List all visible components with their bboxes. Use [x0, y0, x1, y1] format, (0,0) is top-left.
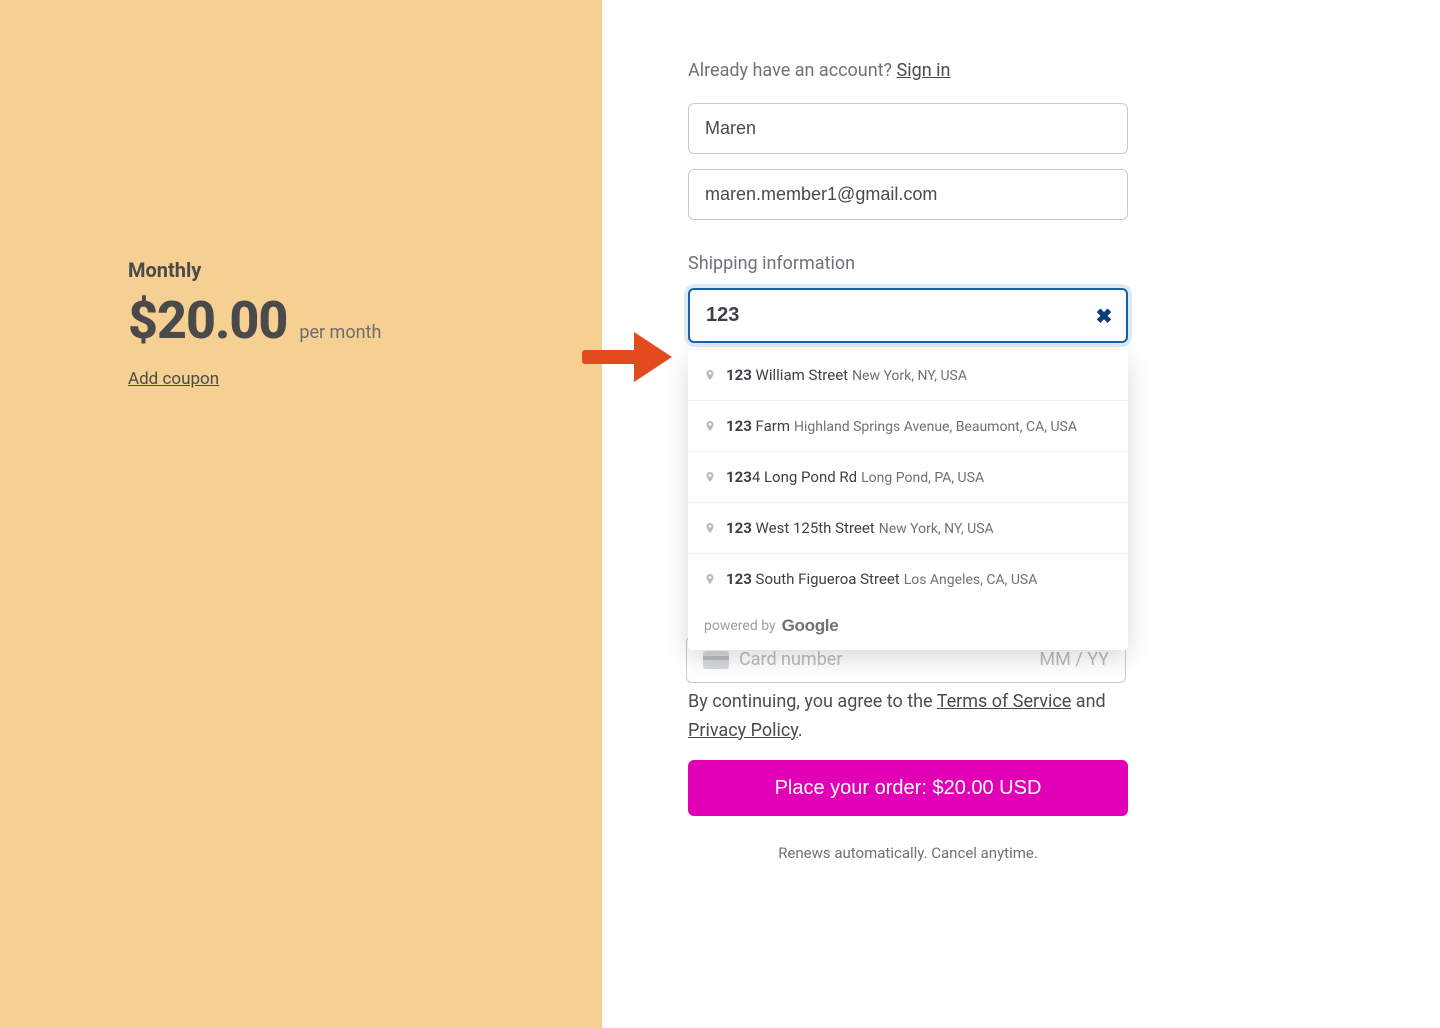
- suggestion-main: 123 William StreetNew York, NY, USA: [726, 366, 967, 384]
- address-suggestions-dropdown: 123 William StreetNew York, NY, USA 123 …: [688, 350, 1128, 650]
- powered-by-prefix: powered by: [704, 618, 776, 634]
- annotation-arrow-icon: [582, 332, 672, 386]
- suggestion-sub: Highland Springs Avenue, Beaumont, CA, U…: [794, 419, 1077, 435]
- signin-prefix: Already have an account?: [688, 60, 897, 81]
- pin-icon: [704, 469, 716, 485]
- suggestion-sub: Los Angeles, CA, USA: [904, 572, 1038, 588]
- address-suggestion[interactable]: 123 FarmHighland Springs Avenue, Beaumon…: [688, 401, 1128, 452]
- suggestion-sub: New York, NY, USA: [852, 368, 967, 384]
- terms-suffix: .: [798, 720, 803, 741]
- card-icon: [703, 651, 729, 669]
- suggestion-sub: New York, NY, USA: [879, 521, 994, 537]
- suggestion-main: 1234 Long Pond RdLong Pond, PA, USA: [726, 468, 984, 486]
- suggestion-main: 123 FarmHighland Springs Avenue, Beaumon…: [726, 417, 1077, 435]
- plan-price: $20.00: [128, 290, 287, 351]
- terms-mid: and: [1071, 691, 1105, 712]
- address-suggestion[interactable]: 123 West 125th StreetNew York, NY, USA: [688, 503, 1128, 554]
- card-expiry-placeholder: MM / YY: [1039, 649, 1109, 670]
- pricing-summary-panel: Monthly $20.00 per month Add coupon: [0, 0, 602, 1028]
- signin-prompt: Already have an account? Sign in: [688, 60, 1128, 81]
- privacy-policy-link[interactable]: Privacy Policy: [688, 720, 798, 741]
- address-autocomplete: ✖ 123 William StreetNew York, NY, USA 12…: [688, 288, 1128, 343]
- add-coupon-link[interactable]: Add coupon: [128, 369, 219, 389]
- plan-period: per month: [299, 322, 381, 343]
- address-suggestion[interactable]: 123 William StreetNew York, NY, USA: [688, 350, 1128, 401]
- checkout-form-panel: Already have an account? Sign in Shippin…: [602, 0, 1440, 1028]
- google-logo: Google: [782, 616, 839, 636]
- pin-icon: [704, 571, 716, 587]
- renewal-note: Renews automatically. Cancel anytime.: [688, 844, 1128, 862]
- plan-name: Monthly: [128, 258, 482, 282]
- terms-of-service-link[interactable]: Terms of Service: [937, 691, 1072, 712]
- close-icon: ✖: [1096, 304, 1113, 328]
- card-placeholder: Card number: [739, 649, 842, 670]
- pin-icon: [704, 367, 716, 383]
- signin-link[interactable]: Sign in: [897, 60, 951, 81]
- terms-prefix: By continuing, you agree to the: [688, 691, 937, 712]
- suggestion-main: 123 West 125th StreetNew York, NY, USA: [726, 519, 994, 537]
- terms-text: By continuing, you agree to the Terms of…: [688, 688, 1128, 746]
- autocomplete-attribution: powered by Google: [688, 604, 1128, 650]
- pin-icon: [704, 520, 716, 536]
- email-field[interactable]: [688, 169, 1128, 220]
- name-field[interactable]: [688, 103, 1128, 154]
- price-row: $20.00 per month: [128, 290, 482, 351]
- suggestion-sub: Long Pond, PA, USA: [861, 470, 984, 486]
- card-left: Card number: [703, 649, 842, 670]
- form-wrap: Already have an account? Sign in Shippin…: [688, 60, 1128, 343]
- address-suggestion[interactable]: 123 South Figueroa StreetLos Angeles, CA…: [688, 554, 1128, 604]
- place-order-button[interactable]: Place your order: $20.00 USD: [688, 760, 1128, 816]
- clear-address-button[interactable]: ✖: [1092, 304, 1116, 328]
- address-suggestion[interactable]: 1234 Long Pond RdLong Pond, PA, USA: [688, 452, 1128, 503]
- shipping-section-label: Shipping information: [688, 253, 1128, 274]
- pin-icon: [704, 418, 716, 434]
- address-field[interactable]: [688, 288, 1128, 343]
- suggestion-main: 123 South Figueroa StreetLos Angeles, CA…: [726, 570, 1037, 588]
